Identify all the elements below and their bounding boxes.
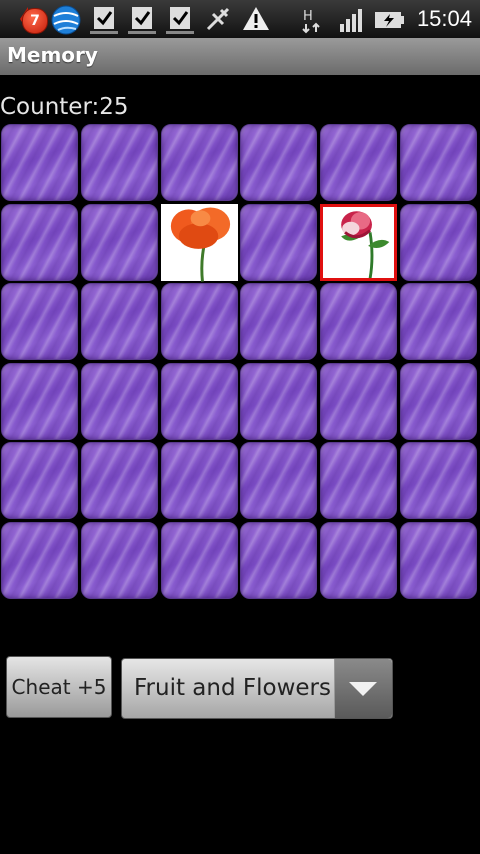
memory-card-face-down[interactable] xyxy=(399,124,477,201)
notification-badge-icon[interactable]: 7 xyxy=(18,4,48,34)
memory-card-face-down[interactable] xyxy=(320,362,398,440)
memory-card-face-down[interactable] xyxy=(1,362,78,440)
memory-card-face-down[interactable] xyxy=(399,203,477,281)
app-title: Memory xyxy=(7,43,98,67)
memory-card-face-down[interactable] xyxy=(240,442,318,520)
chevron-down-icon[interactable] xyxy=(334,659,392,718)
memory-card-face-down[interactable] xyxy=(1,283,78,361)
memory-card-face-down[interactable] xyxy=(80,442,158,520)
memory-card-face-down[interactable] xyxy=(320,521,398,599)
memory-card-revealed-rose-flower[interactable] xyxy=(320,203,398,281)
network-type: H xyxy=(303,9,313,24)
memory-card-face-down[interactable] xyxy=(80,521,158,599)
memory-card-face-down[interactable] xyxy=(1,442,78,520)
memory-card-face-down[interactable] xyxy=(80,283,158,361)
memory-card-face-down[interactable] xyxy=(160,362,238,440)
memory-card-face-down[interactable] xyxy=(80,203,158,281)
memory-card-face-down[interactable] xyxy=(320,124,398,201)
memory-card-face-down[interactable] xyxy=(240,521,318,599)
memory-card-face-down[interactable] xyxy=(240,124,318,201)
notification-count: 7 xyxy=(22,8,48,34)
memory-card-face-down[interactable] xyxy=(160,283,238,361)
status-bar: 7 H 15:04 xyxy=(0,0,480,38)
memory-card-face-down[interactable] xyxy=(240,203,318,281)
memory-card-face-down[interactable] xyxy=(399,521,477,599)
download-done-icon xyxy=(164,4,196,34)
memory-card-face-down[interactable] xyxy=(240,283,318,361)
memory-card-face-down[interactable] xyxy=(1,203,78,281)
memory-card-face-down[interactable] xyxy=(1,521,78,599)
memory-card-face-down[interactable] xyxy=(160,442,238,520)
signal-icon xyxy=(338,4,362,34)
sync-globe-icon xyxy=(50,4,82,35)
category-selected-value: Fruit and Flowers xyxy=(134,675,331,701)
memory-card-face-down[interactable] xyxy=(80,362,158,440)
memory-card-face-down[interactable] xyxy=(160,521,238,599)
poppy-flower-icon xyxy=(170,207,230,282)
move-counter: Counter:25 xyxy=(0,94,129,120)
category-spinner[interactable]: Fruit and Flowers xyxy=(121,658,393,719)
memory-card-face-down[interactable] xyxy=(240,362,318,440)
memory-card-face-down[interactable] xyxy=(320,442,398,520)
rose-flower-icon xyxy=(341,211,390,279)
app-title-bar: Memory xyxy=(0,38,480,75)
warning-icon xyxy=(241,4,271,34)
battery-charging-icon xyxy=(374,4,406,34)
memory-card-face-down[interactable] xyxy=(160,124,238,201)
memory-card-face-down[interactable] xyxy=(399,283,477,361)
network-h-icon: H xyxy=(300,4,324,34)
usb-debug-icon xyxy=(203,4,233,34)
download-done-icon xyxy=(88,4,120,34)
memory-card-face-down[interactable] xyxy=(80,124,158,201)
cheat-button[interactable]: Cheat +5 xyxy=(6,656,112,718)
memory-card-revealed-poppy-flower[interactable] xyxy=(160,203,238,282)
memory-card-face-down[interactable] xyxy=(399,442,477,520)
status-clock: 15:04 xyxy=(416,6,472,31)
memory-card-grid xyxy=(1,124,477,600)
memory-card-face-down[interactable] xyxy=(1,124,78,201)
download-done-icon xyxy=(126,4,158,34)
memory-card-face-down[interactable] xyxy=(399,362,477,440)
memory-card-face-down[interactable] xyxy=(320,283,398,361)
